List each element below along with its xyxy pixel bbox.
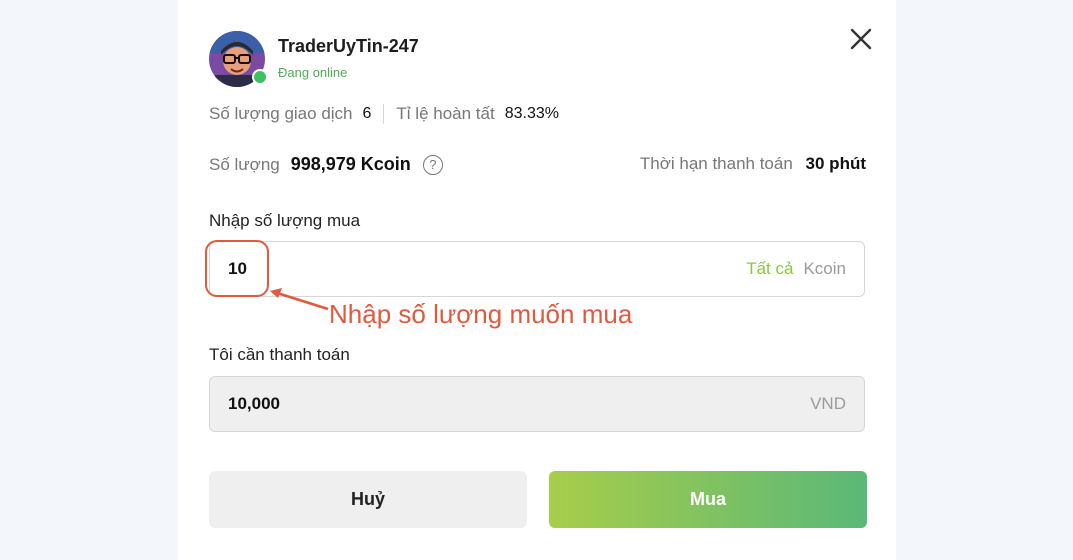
- buy-button[interactable]: Mua: [549, 471, 867, 528]
- completion-value: 83.33%: [504, 105, 559, 122]
- close-icon[interactable]: [848, 26, 874, 52]
- payment-label: Tôi cần thanh toán: [209, 345, 350, 364]
- trader-stats: Số lượng giao dịch 6 Tỉ lệ hoàn tất 83.3…: [209, 104, 559, 124]
- cancel-button[interactable]: Huỷ: [209, 471, 527, 528]
- trader-name: TraderUyTin-247: [278, 36, 419, 56]
- online-indicator: [252, 69, 268, 85]
- vnd-unit: VND: [810, 394, 846, 413]
- amount-value: 998,979 Kcoin: [290, 154, 411, 174]
- amount-label: Số lượng: [209, 154, 280, 174]
- stats-divider: [383, 104, 385, 124]
- kcoin-unit: Kcoin: [803, 259, 846, 278]
- annotation-highlight: [205, 240, 269, 297]
- trader-status: Đang online: [278, 65, 348, 80]
- all-button[interactable]: Tất cả: [746, 259, 793, 279]
- annotation-text: Nhập số lượng muốn mua: [329, 299, 633, 329]
- trades-value: 6: [362, 105, 372, 122]
- help-icon[interactable]: ?: [422, 154, 443, 175]
- buy-quantity-suffix: Tất cả Kcoin: [746, 259, 846, 279]
- payment-amount-value: 10,000: [228, 394, 280, 413]
- payment-unit: VND: [810, 394, 846, 414]
- payment-amount-field: 10,000 VND: [209, 376, 865, 432]
- payment-limit: Thời hạn thanh toán 30 phút: [640, 154, 866, 174]
- offer-amount: Số lượng 998,979 Kcoin ?: [209, 154, 443, 175]
- completion-label: Tỉ lệ hoàn tất: [396, 104, 495, 123]
- trades-label: Số lượng giao dịch: [209, 104, 353, 123]
- buy-quantity-label: Nhập số lượng mua: [209, 211, 361, 230]
- payment-limit-value: 30 phút: [805, 154, 866, 173]
- payment-limit-label: Thời hạn thanh toán: [639, 154, 793, 173]
- annotation-arrow-icon: [270, 288, 329, 311]
- buy-dialog: TraderUyTin-247 Đang online Số lượng gia…: [178, 0, 896, 560]
